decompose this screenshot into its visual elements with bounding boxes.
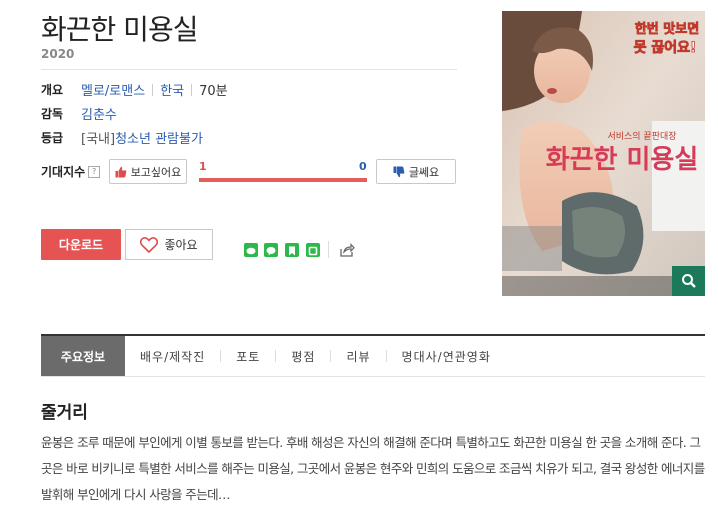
country-link[interactable]: 한국 (160, 80, 184, 99)
thumbs-down-icon (393, 166, 405, 177)
director-row: 감독 김춘수 (41, 104, 117, 123)
share-icon[interactable] (339, 242, 355, 262)
meh-button[interactable]: 글쎄요 (376, 159, 456, 184)
director-label: 감독 (41, 107, 64, 121)
divider (191, 83, 193, 96)
rating-link[interactable]: 청소년 관람불가 (115, 128, 203, 147)
like-button[interactable]: 좋아요 (125, 229, 213, 260)
divider (152, 83, 154, 96)
poster-image: 한번 맛보면 못 끊어요! 서비스의 끝판대장 화끈한 미용실 (502, 11, 705, 296)
bookmark-icon[interactable] (285, 243, 299, 257)
help-icon[interactable]: ? (88, 165, 101, 178)
poster-tagline-line1: 한번 맛보면 (635, 21, 699, 37)
rating-row: 등급 [국내] 청소년 관람불가 (41, 128, 203, 147)
tab-photos[interactable]: 포토 (221, 348, 275, 365)
movie-title: 화끈한 미용실 (41, 13, 198, 46)
runtime: 70분 (199, 84, 228, 99)
expectation-label-group: 기대지수 ? (41, 163, 101, 180)
heart-icon (140, 236, 159, 253)
tab-ratings[interactable]: 평점 (276, 348, 330, 365)
director-link[interactable]: 김춘수 (81, 104, 117, 123)
rating-prefix: [국내] (81, 132, 116, 147)
kakaotalk-icon[interactable] (264, 243, 278, 257)
tab-main-info[interactable]: 주요정보 (41, 336, 125, 376)
rating-label: 등급 (41, 131, 64, 145)
download-button[interactable]: 다운로드 (41, 229, 121, 260)
overview-label: 개요 (41, 83, 64, 97)
poster-subtitle: 서비스의 끝판대장 (607, 131, 676, 142)
expectation-bar-fill (199, 178, 367, 182)
genre-link[interactable]: 멜로/로맨스 (81, 80, 145, 99)
expectation-label: 기대지수 (41, 165, 86, 179)
tab-quotes-related[interactable]: 명대사/연관영화 (387, 348, 506, 365)
plot-heading: 줄거리 (41, 403, 88, 423)
like-label: 좋아요 (164, 238, 198, 252)
thumbs-up-icon (115, 166, 127, 177)
tab-reviews[interactable]: 리뷰 (331, 348, 385, 365)
want-count: 1 (199, 160, 207, 173)
magnifier-icon (681, 274, 696, 288)
want-to-see-button[interactable]: 보고싶어요 (109, 159, 187, 184)
band-icon[interactable] (306, 243, 320, 257)
zoom-button[interactable] (672, 266, 705, 296)
want-to-see-label: 보고싶어요 (130, 165, 182, 179)
poster-title: 화끈한 미용실 (546, 145, 699, 175)
plot-text: 윤봉은 조루 때문에 부인에게 이별 통보를 받는다. 후배 해성은 자신의 해… (41, 435, 705, 502)
divider (41, 69, 457, 70)
tab-cast-crew[interactable]: 배우/제작진 (125, 348, 220, 365)
expectation-bar (199, 178, 367, 182)
meh-label: 글쎄요 (408, 165, 440, 179)
line-icon[interactable] (244, 243, 258, 257)
overview-row: 개요 멜로/로맨스 한국 70분 (41, 80, 228, 99)
meh-count: 0 (359, 160, 367, 173)
divider (328, 241, 329, 258)
release-year: 2020 (41, 47, 75, 61)
tab-bar: 주요정보 배우/제작진 포토 평점 리뷰 명대사/연관영화 (41, 334, 705, 377)
movie-poster[interactable]: 한번 맛보면 못 끊어요! 서비스의 끝판대장 화끈한 미용실 (502, 11, 705, 296)
poster-tagline-line2: 못 끊어요! (634, 39, 697, 56)
